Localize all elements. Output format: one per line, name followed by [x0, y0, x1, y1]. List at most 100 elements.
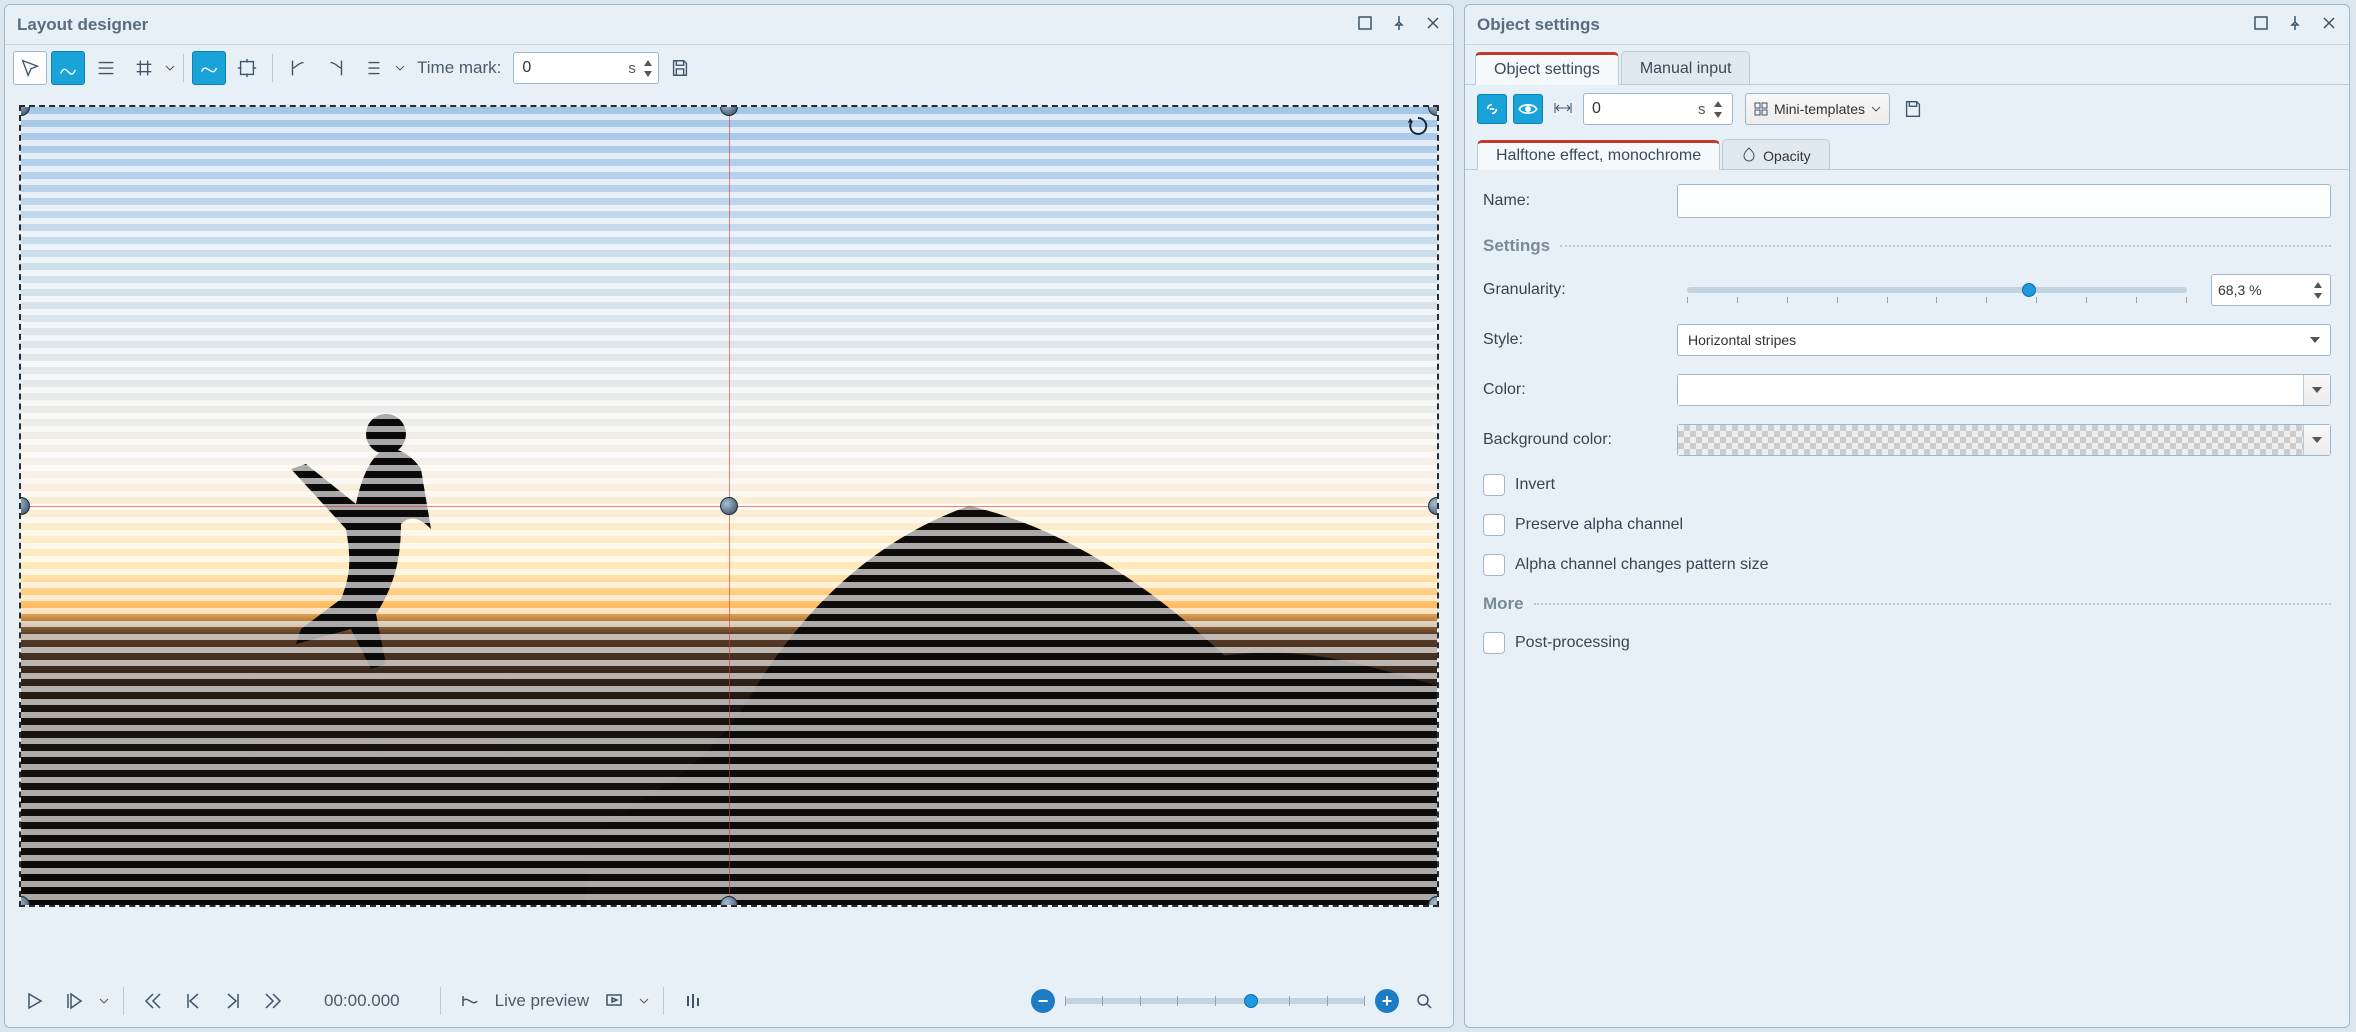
layout-toolbar: Time mark: s	[5, 45, 1453, 91]
handle-mr[interactable]	[1428, 497, 1439, 515]
main-tabs: Object settings Manual input	[1465, 45, 2349, 85]
handle-bc[interactable]	[720, 896, 738, 907]
effect-tabs: Halftone effect, monochrome Opacity	[1465, 133, 2349, 170]
zoom-slider[interactable]	[1065, 998, 1365, 1004]
live-preview-icon[interactable]	[455, 986, 485, 1016]
postproc-checkbox[interactable]	[1483, 632, 1505, 654]
spin-up-icon[interactable]	[2312, 280, 2324, 290]
tab-halftone[interactable]: Halftone effect, monochrome	[1477, 140, 1720, 170]
live-preview-label: Live preview	[495, 991, 590, 1011]
spin-up-icon[interactable]	[642, 58, 654, 68]
color-label: Color:	[1483, 381, 1663, 399]
spin-down-icon[interactable]	[642, 69, 654, 79]
object-settings-title: Object settings	[1477, 15, 2253, 35]
link-button[interactable]	[1477, 94, 1507, 124]
postproc-label: Post-processing	[1515, 634, 1630, 652]
bgcolor-dropdown-icon[interactable]	[2304, 425, 2330, 455]
rewind-button[interactable]	[138, 986, 168, 1016]
save-button[interactable]	[663, 51, 697, 85]
visibility-button[interactable]	[1513, 94, 1543, 124]
maximize-icon[interactable]	[2253, 15, 2269, 34]
fast-forward-button[interactable]	[258, 986, 288, 1016]
shift-input[interactable]: s	[1583, 93, 1733, 125]
granularity-value-input[interactable]: 68,3 %	[2211, 274, 2331, 306]
spin-down-icon[interactable]	[1712, 110, 1724, 120]
preview-mode-button[interactable]	[599, 986, 629, 1016]
keyframe-out-button[interactable]	[319, 51, 353, 85]
canvas[interactable]	[19, 105, 1439, 907]
align-tool-button[interactable]	[89, 51, 123, 85]
play-from-button[interactable]	[59, 986, 89, 1016]
preserve-alpha-label: Preserve alpha channel	[1515, 516, 1683, 534]
zoom-thumb[interactable]	[1244, 994, 1258, 1008]
style-value: Horizontal stripes	[1688, 332, 1796, 348]
keyframe-in-button[interactable]	[281, 51, 315, 85]
next-frame-button[interactable]	[218, 986, 248, 1016]
bgcolor-picker[interactable]	[1677, 424, 2331, 456]
equalizer-button[interactable]	[678, 986, 708, 1016]
alpha-pattern-checkbox[interactable]	[1483, 554, 1505, 576]
chevron-down-icon[interactable]	[99, 993, 109, 1009]
tab-object-settings[interactable]: Object settings	[1475, 52, 1619, 85]
tab-opacity[interactable]: Opacity	[1722, 139, 1829, 169]
crop-tool-button[interactable]	[230, 51, 264, 85]
style-dropdown[interactable]: Horizontal stripes	[1677, 324, 2331, 356]
spin-up-icon[interactable]	[1712, 99, 1724, 109]
zoom-out-button[interactable]: −	[1031, 989, 1055, 1013]
shift-value[interactable]	[1592, 100, 1692, 118]
style-label: Style:	[1483, 331, 1663, 349]
rotate-handle-icon[interactable]	[1407, 115, 1429, 137]
handle-br[interactable]	[1428, 896, 1439, 907]
time-mark-label: Time mark:	[417, 58, 501, 78]
pin-icon[interactable]	[1391, 15, 1407, 34]
prev-frame-button[interactable]	[178, 986, 208, 1016]
pin-icon[interactable]	[2287, 15, 2303, 34]
invert-checkbox[interactable]	[1483, 474, 1505, 496]
chevron-down-icon[interactable]	[395, 60, 405, 76]
spin-down-icon[interactable]	[2312, 291, 2324, 301]
color-swatch[interactable]	[1678, 375, 2304, 405]
bgcolor-swatch[interactable]	[1678, 425, 2304, 455]
name-input[interactable]	[1677, 184, 2331, 218]
mini-templates-label: Mini-templates	[1774, 101, 1865, 117]
color-picker[interactable]	[1677, 374, 2331, 406]
granularity-value: 68,3 %	[2218, 282, 2262, 298]
settings-section-header: Settings	[1483, 236, 2331, 256]
invert-label: Invert	[1515, 476, 1555, 494]
grid-tool-button[interactable]	[127, 51, 161, 85]
granularity-thumb[interactable]	[2022, 283, 2036, 297]
opacity-icon	[1741, 146, 1757, 165]
color-dropdown-icon[interactable]	[2304, 375, 2330, 405]
layout-designer-panel: Layout designer Time mark: s	[4, 4, 1454, 1028]
name-label: Name:	[1483, 192, 1663, 210]
close-icon[interactable]	[1425, 15, 1441, 34]
chevron-down-icon[interactable]	[639, 993, 649, 1009]
path-tool-button[interactable]	[192, 51, 226, 85]
close-icon[interactable]	[2321, 15, 2337, 34]
chevron-down-icon[interactable]	[165, 60, 175, 76]
object-settings-header: Object settings	[1465, 5, 2349, 45]
zoom-fit-button[interactable]	[1409, 986, 1439, 1016]
time-mark-value[interactable]	[522, 59, 622, 77]
tab-opacity-label: Opacity	[1763, 148, 1810, 164]
save-template-button[interactable]	[1896, 92, 1930, 126]
select-tool-button[interactable]	[13, 51, 47, 85]
mini-templates-dropdown[interactable]: Mini-templates	[1745, 93, 1890, 125]
maximize-icon[interactable]	[1357, 15, 1373, 34]
layout-footer: 00:00.000 Live preview − +	[5, 975, 1453, 1027]
granularity-slider[interactable]	[1687, 287, 2187, 293]
settings-form: Name: Settings Granularity: 68,3 % Style…	[1465, 170, 2349, 668]
play-button[interactable]	[19, 986, 49, 1016]
preserve-alpha-checkbox[interactable]	[1483, 514, 1505, 536]
zoom-in-button[interactable]: +	[1375, 989, 1399, 1013]
timecode-display: 00:00.000	[324, 991, 400, 1011]
granularity-label: Granularity:	[1483, 281, 1663, 299]
handle-center[interactable]	[720, 497, 738, 515]
time-mark-input[interactable]: s	[513, 52, 659, 84]
shift-icon	[1553, 98, 1573, 121]
canvas-viewport	[5, 91, 1453, 975]
object-toolbar: s Mini-templates	[1465, 85, 2349, 133]
curve-tool-button[interactable]	[51, 51, 85, 85]
tab-manual-input[interactable]: Manual input	[1621, 51, 1751, 84]
list-button[interactable]	[357, 51, 391, 85]
